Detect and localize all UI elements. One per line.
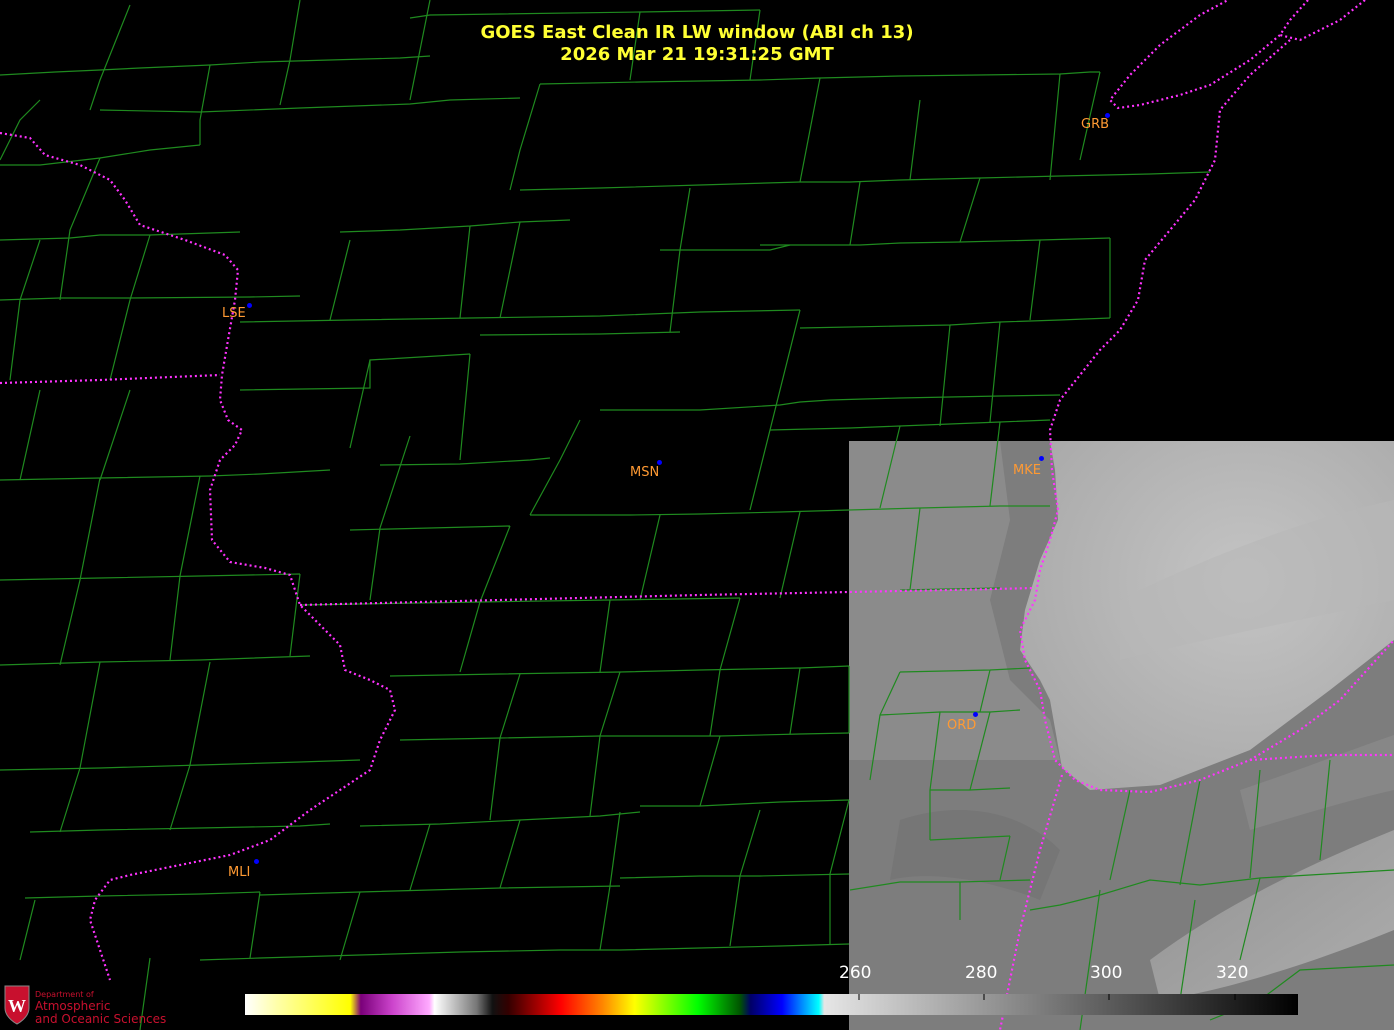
satellite-map-view: GOES East Clean IR LW window (ABI ch 13)…: [0, 0, 1394, 1030]
colorbar-tick-320: 320: [1216, 963, 1249, 983]
station-dot-mke: [1039, 456, 1044, 461]
logo-line-oceanic: and Oceanic Sciences: [35, 1012, 167, 1026]
svg-text:W: W: [8, 996, 26, 1016]
colorbar-tick-280: 280: [965, 963, 998, 983]
station-label-msn: MSN: [630, 465, 660, 480]
station-label-ord: ORD: [947, 718, 977, 733]
map-canvas: [0, 0, 1394, 1030]
station-label-mke: MKE: [1013, 463, 1041, 478]
station-dot-ord: [973, 712, 978, 717]
station-label-lse: LSE: [222, 306, 246, 321]
station-label-mli: MLI: [228, 865, 251, 880]
image-title: GOES East Clean IR LW window (ABI ch 13): [480, 22, 914, 43]
department-logo-text: Department of Atmospheric and Oceanic Sc…: [35, 990, 166, 1026]
colorbar-tick-300: 300: [1090, 963, 1123, 983]
uw-crest-logo: W: [4, 985, 30, 1025]
temperature-colorbar: [245, 994, 1298, 1015]
colorbar-tick-260: 260: [839, 963, 872, 983]
station-dot-lse: [247, 303, 252, 308]
station-dot-mli: [254, 859, 259, 864]
image-timestamp: 2026 Mar 21 19:31:25 GMT: [560, 44, 834, 65]
satellite-imagery: [849, 441, 1394, 1030]
station-label-grb: GRB: [1081, 117, 1110, 132]
